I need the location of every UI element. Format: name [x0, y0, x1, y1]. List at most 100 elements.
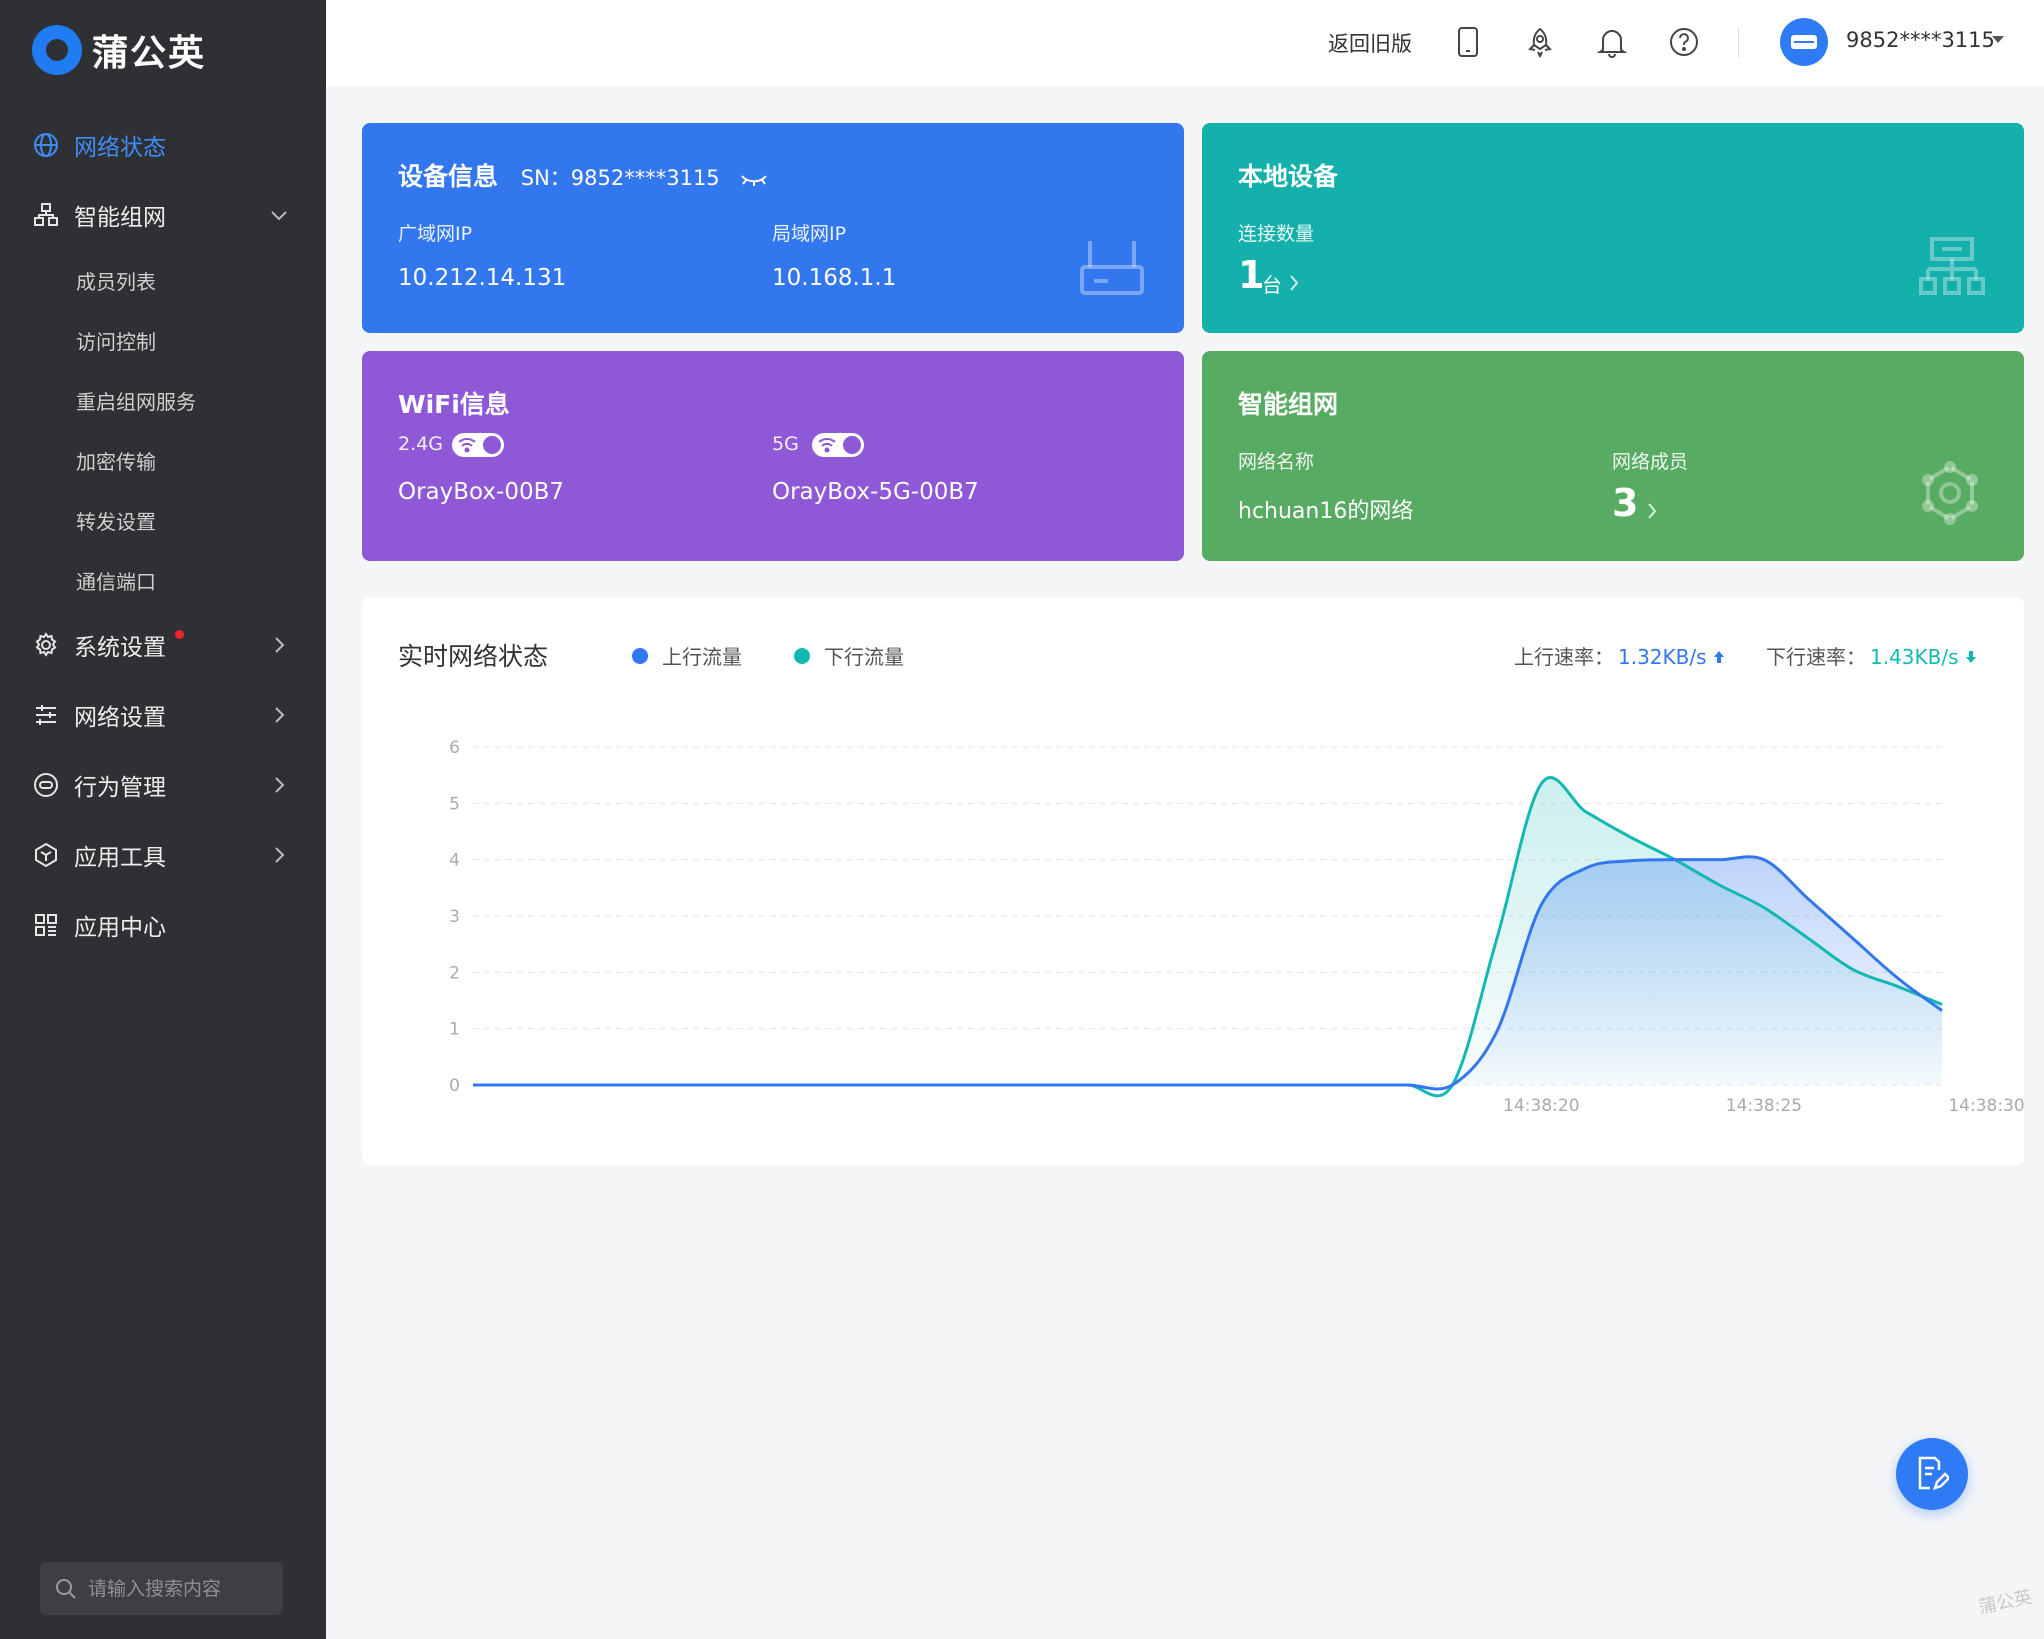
- sidebar-item-system-settings[interactable]: 系统设置: [0, 610, 326, 680]
- sidebar-item-behavior[interactable]: 行为管理: [0, 750, 326, 820]
- sidebar-item-network-status[interactable]: 网络状态: [0, 110, 326, 180]
- device-sn: SN：9852****3115: [520, 166, 720, 190]
- feedback-button[interactable]: [1896, 1438, 1968, 1510]
- sdwan-card: 智能组网 网络名称 hchuan16的网络 网络成员 3: [1202, 351, 2024, 561]
- top-header: 返回旧版 9852****3115: [326, 0, 2044, 86]
- upload-rate: 上行速率： 1.32KB/s: [1514, 641, 1725, 670]
- y-tick-label: 6: [449, 738, 460, 758]
- header-divider: [1738, 28, 1739, 58]
- chevron-right-icon: [268, 634, 290, 656]
- chevron-right-icon[interactable]: [1288, 273, 1300, 297]
- wifi-info-card: WiFi信息 2.4G OrayBox-00B7 5G OrayBox-5G-0…: [362, 351, 1184, 561]
- y-tick-label: 1: [449, 1020, 460, 1040]
- wifi-5g-toggle[interactable]: [812, 433, 864, 457]
- download-rate: 下行速率： 1.43KB/s: [1766, 641, 1977, 670]
- chevron-right-icon: [268, 844, 290, 866]
- gear-icon: [32, 631, 60, 659]
- sidebar-item-network-settings[interactable]: 网络设置: [0, 680, 326, 750]
- user-name[interactable]: 9852****3115: [1846, 28, 1995, 52]
- edit-document-icon: [1918, 1456, 1949, 1490]
- legend-swatch: [632, 647, 648, 664]
- wifi-icon: [818, 437, 836, 453]
- upload-rate-label: 上行速率：: [1514, 645, 1614, 669]
- logo-mark-icon: [32, 25, 82, 75]
- device-info-title: 设备信息 SN：9852****3115: [398, 157, 768, 193]
- y-tick-label: 3: [449, 907, 460, 927]
- network-name-label: 网络名称: [1238, 451, 1315, 473]
- chevron-right-icon[interactable]: [1646, 501, 1658, 525]
- wifi-24g-toggle[interactable]: [452, 433, 504, 457]
- chevron-down-icon: [268, 204, 290, 226]
- behavior-icon: [32, 771, 60, 799]
- legend-swatch: [794, 647, 810, 664]
- chevron-right-icon: [268, 774, 290, 796]
- hexagon-network-icon: [1918, 461, 1982, 529]
- logo[interactable]: 蒲公英: [32, 22, 206, 78]
- caret-down-icon[interactable]: [1992, 36, 2004, 43]
- y-tick-label: 2: [449, 963, 460, 983]
- local-devices-title: 本地设备: [1238, 162, 1339, 191]
- wifi-info-title: WiFi信息: [398, 390, 510, 419]
- legend-download[interactable]: 下行流量: [794, 641, 904, 670]
- network-nodes-icon: [32, 201, 60, 229]
- sidebar-subitem-encryption[interactable]: 加密传输: [0, 430, 326, 490]
- sidebar-item-label: 智能组网: [74, 205, 166, 231]
- search-input[interactable]: [88, 1577, 268, 1600]
- sidebar-item-label: 网络状态: [74, 135, 166, 161]
- wifi-icon: [458, 437, 476, 453]
- arrow-up-icon: [1713, 645, 1725, 669]
- y-tick-label: 5: [449, 794, 460, 814]
- upload-rate-value: 1.32KB/s: [1618, 645, 1707, 669]
- phone-icon[interactable]: [1450, 24, 1486, 60]
- network-members-value[interactable]: 3: [1612, 481, 1638, 525]
- connection-count-unit: 台: [1262, 273, 1282, 297]
- sidebar-item-label: 应用中心: [74, 915, 166, 941]
- legend-label: 下行流量: [824, 645, 904, 669]
- y-tick-label: 0: [449, 1076, 460, 1096]
- wifi-band-5g-label: 5G: [772, 433, 799, 455]
- bell-icon[interactable]: [1594, 24, 1630, 60]
- globe-icon: [32, 131, 60, 159]
- sidebar-item-app-tools[interactable]: 应用工具: [0, 820, 326, 890]
- wan-ip-label: 广域网IP: [398, 223, 473, 245]
- sidebar-search[interactable]: [40, 1562, 283, 1615]
- toggle-knob: [843, 436, 861, 454]
- wan-ip-value: 10.212.14.131: [398, 265, 567, 291]
- eye-closed-icon[interactable]: [740, 164, 768, 193]
- wifi-band-24g-label: 2.4G: [398, 433, 443, 455]
- local-devices-card[interactable]: 本地设备 连接数量 1 台: [1202, 123, 2024, 333]
- avatar[interactable]: [1780, 18, 1828, 66]
- toggle-knob: [483, 436, 501, 454]
- realtime-network-panel: 0 1 2 3 4 5 6 14:38:20 14:38:25 14:38:30 实时网络状态 上…: [362, 597, 2024, 1165]
- connection-count-label: 连接数量: [1238, 223, 1315, 245]
- sidebar-subitem-forwarding[interactable]: 转发设置: [0, 490, 326, 550]
- topology-icon: [1918, 235, 1986, 301]
- wifi-ssid-24g: OrayBox-00B7: [398, 479, 564, 505]
- watermark: 蒲公英: [1976, 1586, 2034, 1619]
- arrow-down-icon: [1965, 645, 1977, 669]
- help-icon[interactable]: [1666, 24, 1702, 60]
- sidebar-item-app-center[interactable]: 应用中心: [0, 890, 326, 960]
- sidebar-subitem-ports[interactable]: 通信端口: [0, 550, 326, 610]
- lan-ip-value: 10.168.1.1: [772, 265, 897, 291]
- realtime-title: 实时网络状态: [398, 642, 549, 671]
- sidebar-subitem-restart-service[interactable]: 重启组网服务: [0, 370, 326, 430]
- sidebar-item-label: 系统设置: [74, 635, 166, 661]
- search-icon: [54, 1577, 78, 1601]
- sidebar-item-sdwan[interactable]: 智能组网: [0, 180, 326, 250]
- wifi-ssid-5g: OrayBox-5G-00B7: [772, 479, 979, 505]
- rocket-icon[interactable]: [1522, 24, 1558, 60]
- legend-upload[interactable]: 上行流量: [632, 641, 742, 670]
- network-name-value: hchuan16的网络: [1238, 499, 1414, 524]
- sidebar-nav: 网络状态 智能组网 成员列表 访问控制 重启组网服务 加密传输 转发设置 通信端…: [0, 110, 326, 960]
- chevron-right-icon: [268, 704, 290, 726]
- back-to-old-version-link[interactable]: 返回旧版: [1328, 28, 1412, 58]
- sidebar-subitem-access-control[interactable]: 访问控制: [0, 310, 326, 370]
- sidebar-subitem-member-list[interactable]: 成员列表: [0, 250, 326, 310]
- router-icon: [1078, 237, 1146, 301]
- grid-icon: [32, 911, 60, 939]
- sdwan-title: 智能组网: [1238, 390, 1339, 419]
- notification-dot: [175, 630, 184, 639]
- download-rate-value: 1.43KB/s: [1870, 645, 1959, 669]
- y-tick-label: 4: [449, 851, 460, 871]
